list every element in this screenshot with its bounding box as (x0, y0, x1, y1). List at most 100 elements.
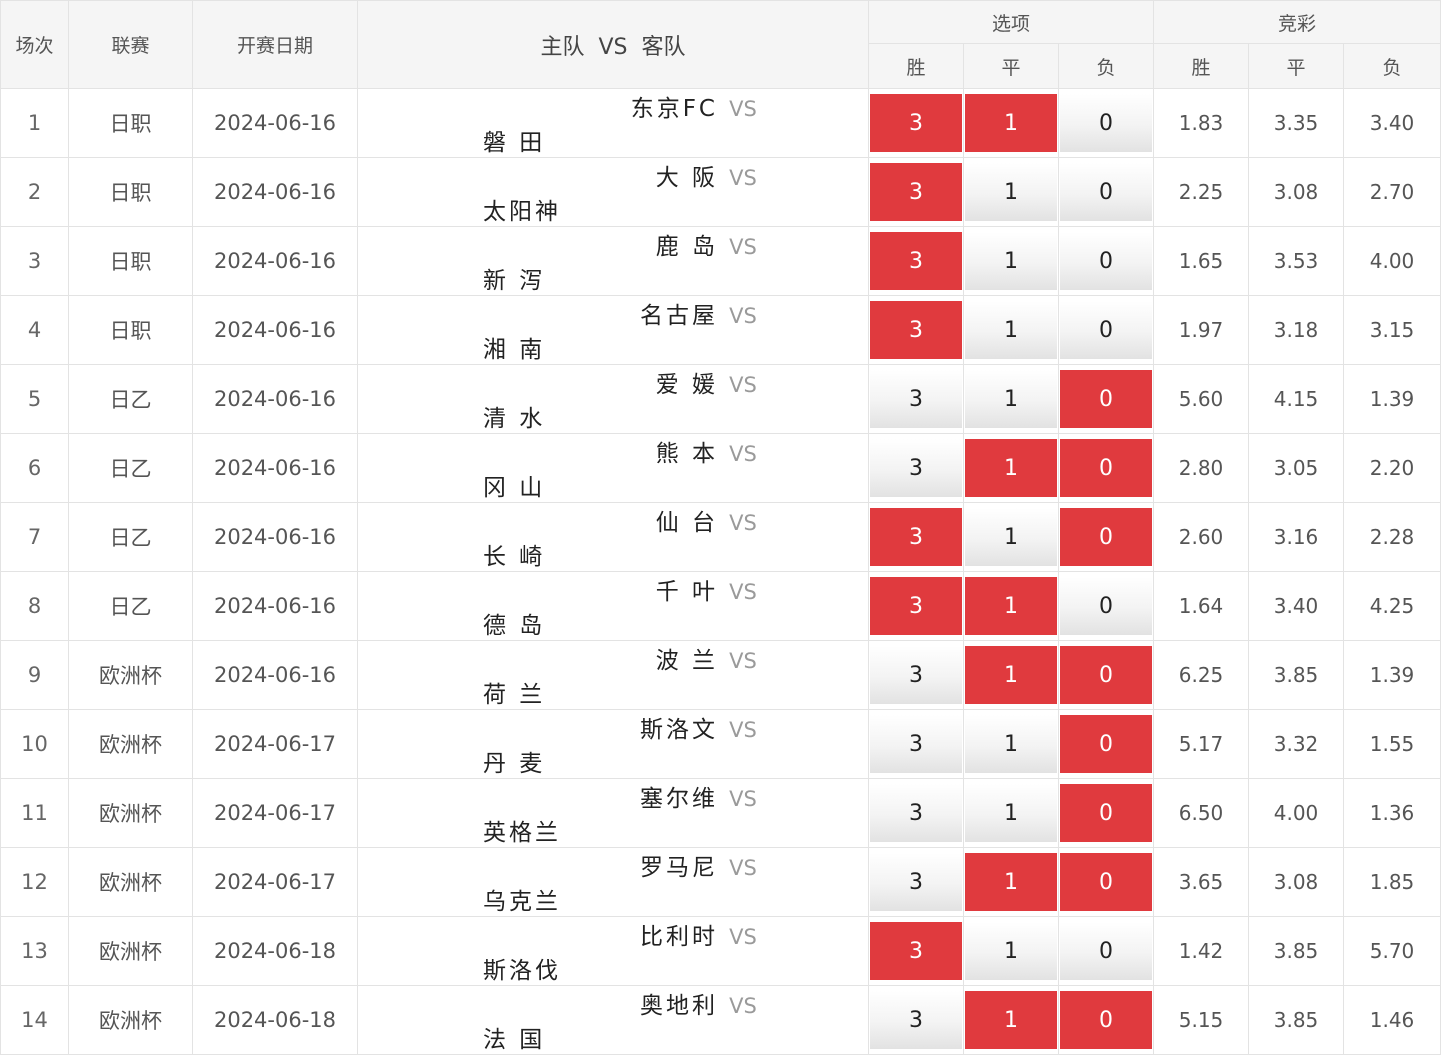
match-index: 10 (0, 709, 69, 779)
option-button-draw[interactable]: 1 (965, 301, 1057, 359)
option-cell-loss: 0 (1057, 709, 1155, 779)
option-button-draw[interactable]: 1 (965, 94, 1057, 152)
odds-loss: 4.25 (1343, 571, 1441, 641)
league-name: 欧洲杯 (68, 916, 193, 986)
match-date: 2024-06-17 (192, 778, 358, 848)
option-button-loss[interactable]: 0 (1060, 853, 1153, 911)
option-cell-win: 3 (868, 985, 964, 1055)
league-name: 欧洲杯 (68, 985, 193, 1055)
away-team: 太阳神 (483, 199, 561, 225)
odds-loss: 1.85 (1343, 847, 1441, 917)
option-button-loss[interactable]: 0 (1060, 301, 1153, 359)
option-cell-win: 3 (868, 778, 964, 848)
match-teams: 千 叶 VS 德 岛 (357, 571, 869, 641)
option-button-draw[interactable]: 1 (965, 853, 1057, 911)
vs-label: VS (729, 166, 757, 190)
option-button-loss[interactable]: 0 (1060, 922, 1153, 980)
league-name: 日职 (68, 157, 193, 227)
vs-label: VS (729, 511, 757, 535)
option-button-draw[interactable]: 1 (965, 508, 1057, 566)
option-button-loss[interactable]: 0 (1060, 991, 1153, 1049)
option-button-loss[interactable]: 0 (1060, 232, 1153, 290)
odds-loss: 3.40 (1343, 88, 1441, 158)
option-cell-loss: 0 (1057, 88, 1155, 158)
option-button-loss[interactable]: 0 (1060, 715, 1153, 773)
option-button-draw[interactable]: 1 (965, 715, 1057, 773)
option-button-draw[interactable]: 1 (965, 922, 1057, 980)
option-button-loss[interactable]: 0 (1060, 508, 1153, 566)
match-index: 6 (0, 433, 69, 503)
option-button-draw[interactable]: 1 (965, 439, 1057, 497)
option-button-win[interactable]: 3 (870, 163, 962, 221)
option-cell-draw: 1 (963, 847, 1059, 917)
home-team: 比利时 (640, 924, 718, 950)
option-cell-loss: 0 (1057, 571, 1155, 641)
option-button-loss[interactable]: 0 (1060, 163, 1153, 221)
match-teams: 爱 媛 VS 清 水 (357, 364, 869, 434)
option-button-draw[interactable]: 1 (965, 163, 1057, 221)
league-name: 日职 (68, 226, 193, 296)
match-date: 2024-06-16 (192, 364, 358, 434)
option-button-win[interactable]: 3 (870, 784, 962, 842)
option-button-win[interactable]: 3 (870, 439, 962, 497)
option-button-loss[interactable]: 0 (1060, 94, 1153, 152)
option-cell-draw: 1 (963, 778, 1059, 848)
option-button-loss[interactable]: 0 (1060, 439, 1153, 497)
option-button-win[interactable]: 3 (870, 232, 962, 290)
away-team: 英格兰 (483, 820, 561, 846)
match-date: 2024-06-16 (192, 157, 358, 227)
option-button-draw[interactable]: 1 (965, 646, 1057, 704)
league-name: 日乙 (68, 364, 193, 434)
option-button-loss[interactable]: 0 (1060, 646, 1153, 704)
option-button-win[interactable]: 3 (870, 94, 962, 152)
option-button-win[interactable]: 3 (870, 646, 962, 704)
home-team: 东京FC (630, 96, 718, 122)
option-cell-win: 3 (868, 640, 964, 710)
option-button-draw[interactable]: 1 (965, 784, 1057, 842)
option-button-draw[interactable]: 1 (965, 232, 1057, 290)
option-button-win[interactable]: 3 (870, 301, 962, 359)
option-button-win[interactable]: 3 (870, 991, 962, 1049)
option-cell-draw: 1 (963, 709, 1059, 779)
table-row: 12 欧洲杯 2024-06-17 罗马尼 VS 乌克兰 3 1 0 3.65 3.08 1.85 (0, 847, 1441, 917)
option-button-win[interactable]: 3 (870, 922, 962, 980)
option-button-loss[interactable]: 0 (1060, 370, 1153, 428)
option-button-draw[interactable]: 1 (965, 577, 1057, 635)
away-team: 乌克兰 (483, 889, 561, 915)
option-button-draw[interactable]: 1 (965, 991, 1057, 1049)
option-cell-win: 3 (868, 295, 964, 365)
option-button-win[interactable]: 3 (870, 853, 962, 911)
match-date: 2024-06-16 (192, 295, 358, 365)
home-team: 爱 媛 (655, 372, 718, 398)
option-button-win[interactable]: 3 (870, 715, 962, 773)
match-index: 4 (0, 295, 69, 365)
match-teams: 熊 本 VS 冈 山 (357, 433, 869, 503)
option-button-win[interactable]: 3 (870, 370, 962, 428)
option-cell-draw: 1 (963, 226, 1059, 296)
odds-loss: 2.70 (1343, 157, 1441, 227)
odds-draw: 3.40 (1248, 571, 1345, 641)
match-teams: 名古屋 VS 湘 南 (357, 295, 869, 365)
home-team: 千 叶 (655, 579, 718, 605)
match-index: 7 (0, 502, 69, 572)
table-row: 4 日职 2024-06-16 名古屋 VS 湘 南 3 1 0 1.97 3.18 3.15 (0, 295, 1441, 365)
header-league: 联赛 (68, 0, 193, 89)
odds-draw: 3.05 (1248, 433, 1345, 503)
option-button-draw[interactable]: 1 (965, 370, 1057, 428)
odds-loss: 1.36 (1343, 778, 1441, 848)
match-teams: 大 阪 VS 太阳神 (357, 157, 869, 227)
option-button-loss[interactable]: 0 (1060, 784, 1153, 842)
odds-loss: 2.20 (1343, 433, 1441, 503)
header-odds: 竞彩 (1153, 0, 1441, 44)
match-index: 12 (0, 847, 69, 917)
header-vs: VS (598, 34, 628, 60)
vs-label: VS (729, 442, 757, 466)
option-button-win[interactable]: 3 (870, 577, 962, 635)
away-team: 荷 兰 (483, 682, 546, 708)
home-team: 塞尔维 (640, 786, 718, 812)
odds-loss: 1.55 (1343, 709, 1441, 779)
option-button-win[interactable]: 3 (870, 508, 962, 566)
league-name: 欧洲杯 (68, 847, 193, 917)
table-row: 3 日职 2024-06-16 鹿 岛 VS新 泻 3 1 0 1.65 3.53 4.00 (0, 226, 1441, 296)
option-button-loss[interactable]: 0 (1060, 577, 1153, 635)
